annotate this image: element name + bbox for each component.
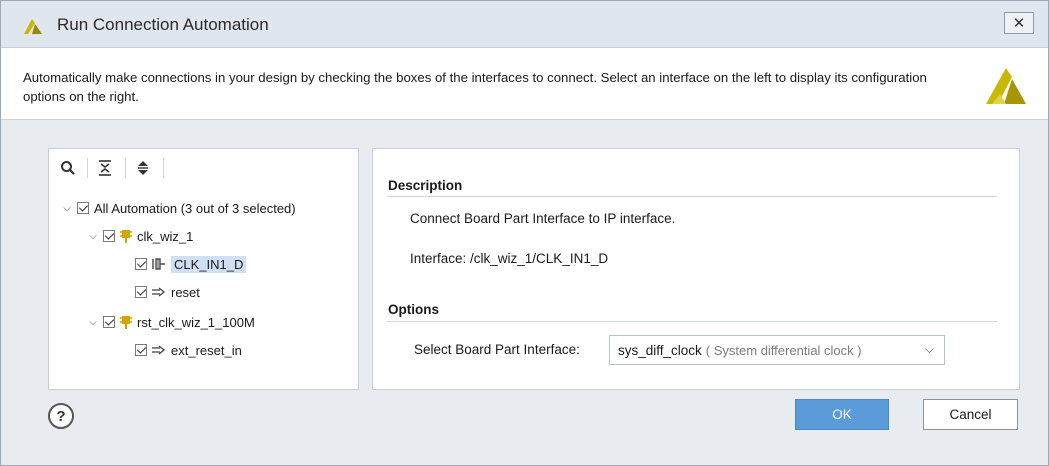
tree-item-ext-reset-in[interactable]: ext_reset_in [135, 339, 242, 361]
section-divider [387, 321, 997, 322]
toolbar-divider [125, 158, 126, 178]
ip-block-icon [120, 315, 132, 329]
tree-item-clk-wiz-1[interactable]: ⌵ clk_wiz_1 [87, 225, 193, 247]
tree-item-label: ext_reset_in [171, 342, 242, 358]
header-description: Automatically make connections in your d… [23, 70, 927, 104]
close-icon: ✕ [1012, 15, 1026, 32]
tree-toolbar [49, 149, 358, 187]
tree-item-label: rst_clk_wiz_1_100M [137, 314, 255, 330]
close-button[interactable]: ✕ [1004, 12, 1034, 34]
expand-all-icon [136, 160, 150, 179]
tree-item-reset[interactable]: reset [135, 281, 200, 303]
collapse-all-icon [98, 159, 112, 179]
search-icon [60, 160, 76, 179]
header-panel: Automatically make connections in your d… [1, 48, 1048, 120]
tree-item-clk-in1-d[interactable]: CLK_IN1_D [135, 253, 247, 275]
reset-port-icon [152, 345, 166, 355]
toolbar-divider [87, 158, 88, 178]
window-title: Run Connection Automation [57, 15, 269, 34]
vivado-logo-large-icon [984, 66, 1028, 109]
tree-root-label: All Automation (3 out of 3 selected) [94, 200, 296, 216]
all-automation-checkbox[interactable] [77, 202, 89, 214]
tree-item-rst-clk-wiz-1-100m[interactable]: ⌵ rst_clk_wiz_1_100M [87, 311, 255, 333]
chevron-down-icon[interactable]: ⌵ [61, 203, 73, 214]
help-icon: ? [56, 407, 66, 425]
collapse-all-button[interactable] [94, 158, 116, 180]
chevron-down-icon[interactable]: ⌵ [925, 342, 934, 357]
toolbar-divider [163, 158, 164, 178]
run-connection-automation-dialog: Run Connection Automation ✕ Automaticall… [0, 0, 1049, 466]
select-value-description: ( System differential clock ) [705, 342, 862, 358]
interface-text: Interface: /clk_wiz_1/CLK_IN1_D [410, 251, 609, 266]
diff-clock-icon [152, 257, 166, 271]
description-heading: Description [388, 178, 463, 193]
reset-checkbox[interactable] [135, 286, 147, 298]
configuration-panel: Description Connect Board Part Interface… [372, 148, 1020, 390]
cancel-button[interactable]: Cancel [923, 399, 1018, 430]
chevron-down-icon[interactable]: ⌵ [87, 317, 99, 328]
clk-in1-d-checkbox[interactable] [135, 258, 147, 270]
board-part-interface-label: Select Board Part Interface: [414, 342, 580, 357]
search-button[interactable] [57, 158, 79, 180]
ok-button[interactable]: OK [795, 399, 889, 430]
section-divider [387, 196, 997, 197]
tree-item-label: reset [171, 284, 200, 300]
select-value: sys_diff_clock [618, 342, 702, 358]
automation-tree-panel: ⌵ All Automation (3 out of 3 selected) ⌵… [48, 148, 359, 390]
tree-root-all-automation[interactable]: ⌵ All Automation (3 out of 3 selected) [61, 197, 296, 219]
tree-item-label: CLK_IN1_D [171, 255, 247, 273]
rst-clk-wiz-1-100m-checkbox[interactable] [103, 316, 115, 328]
description-text: Connect Board Part Interface to IP inter… [410, 211, 676, 226]
tree-item-label: clk_wiz_1 [137, 228, 194, 244]
clk-wiz-1-checkbox[interactable] [103, 230, 115, 242]
board-part-interface-select[interactable]: sys_diff_clock ( System differential clo… [609, 335, 945, 365]
expand-all-button[interactable] [132, 158, 154, 180]
help-button[interactable]: ? [48, 403, 74, 429]
chevron-down-icon[interactable]: ⌵ [87, 231, 99, 242]
vivado-logo-icon [23, 18, 43, 39]
ext-reset-in-checkbox[interactable] [135, 344, 147, 356]
options-heading: Options [388, 302, 439, 317]
reset-port-icon [152, 287, 166, 297]
title-bar[interactable]: Run Connection Automation ✕ [1, 1, 1048, 48]
ip-block-icon [120, 229, 132, 243]
